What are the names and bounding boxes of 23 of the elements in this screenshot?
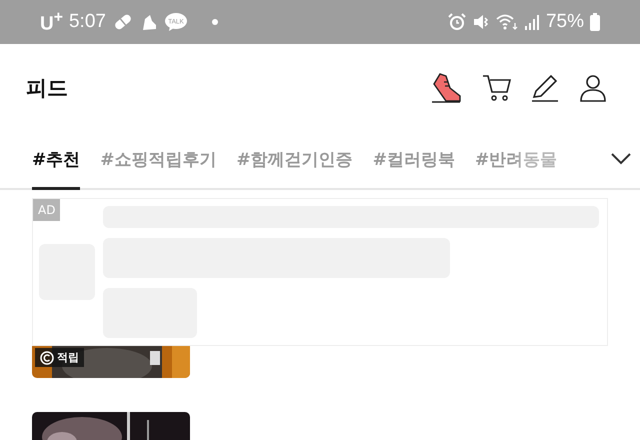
mute-icon	[472, 13, 490, 31]
carrier-label: U$^{+}$	[40, 8, 63, 36]
chevron-down-icon[interactable]	[610, 152, 632, 166]
copyright-icon	[40, 350, 54, 364]
tab[interactable]: #반려동물	[475, 132, 558, 190]
badge-text: 적립	[57, 350, 79, 365]
tab[interactable]: #쇼핑적립후기	[100, 132, 216, 190]
tab[interactable]: #추천	[32, 132, 80, 190]
alarm-icon	[448, 13, 466, 31]
battery-icon	[590, 13, 600, 31]
notification-dot	[212, 18, 218, 25]
pencil-icon[interactable]	[530, 73, 560, 103]
page-title: 피드	[26, 75, 68, 102]
battery-percent: 75%	[546, 11, 584, 33]
ad-label: AD	[33, 199, 60, 221]
user-icon[interactable]	[578, 73, 608, 103]
cart-icon[interactable]	[482, 73, 512, 103]
tab[interactable]: #함께걷기인증	[236, 132, 353, 190]
clock: 5:07	[68, 10, 106, 33]
tab[interactable]: #컬러링북	[372, 132, 455, 190]
signal-icon	[524, 13, 540, 31]
wifi-icon	[496, 13, 518, 31]
ad-card[interactable]: AD	[32, 198, 608, 346]
